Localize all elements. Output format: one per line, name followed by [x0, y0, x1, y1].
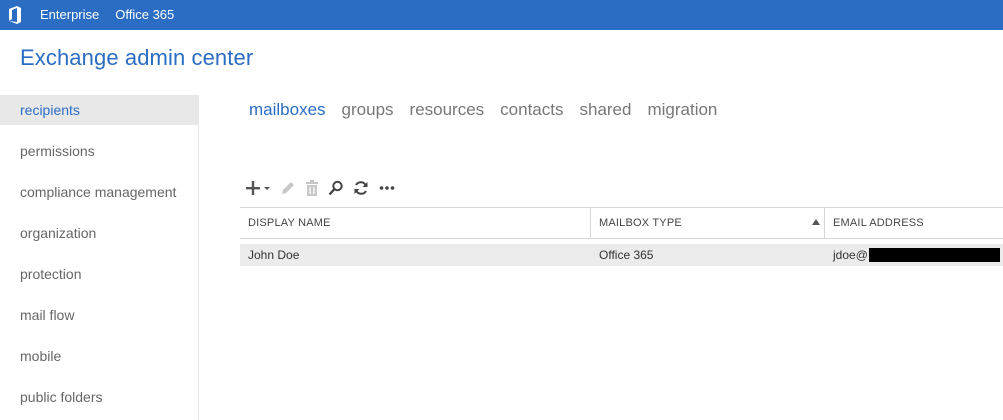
redaction-block: [868, 248, 1000, 262]
refresh-button[interactable]: [351, 177, 371, 199]
tab-migration[interactable]: migration: [647, 99, 717, 121]
add-button[interactable]: [245, 177, 273, 199]
email-address-text: jdoe@: [833, 248, 868, 262]
edit-icon: [282, 182, 294, 194]
tab-bar: mailboxes groups resources contacts shar…: [249, 99, 733, 121]
sidebar-item-compliance-management[interactable]: compliance management: [0, 177, 198, 207]
tab-contacts[interactable]: contacts: [500, 99, 563, 121]
nav-link-office-365[interactable]: Office 365: [115, 0, 174, 30]
more-icon: [379, 186, 395, 190]
column-header-label: EMAIL ADDRESS: [833, 217, 924, 229]
mailbox-table: DISPLAY NAME MAILBOX TYPE EMAIL ADDRESS …: [240, 207, 1003, 266]
tab-shared[interactable]: shared: [579, 99, 631, 121]
sidebar-item-public-folders[interactable]: public folders: [0, 382, 198, 412]
delete-icon: [306, 180, 318, 196]
sidebar-item-protection[interactable]: protection: [0, 259, 198, 289]
column-header-label: DISPLAY NAME: [248, 217, 331, 229]
tab-resources[interactable]: resources: [410, 99, 485, 121]
office-logo-icon[interactable]: [0, 0, 30, 30]
search-icon: [328, 180, 343, 196]
table-header: DISPLAY NAME MAILBOX TYPE EMAIL ADDRESS: [240, 207, 1003, 239]
cell-display-name: John Doe: [248, 248, 300, 262]
sidebar: recipients permissions compliance manage…: [0, 95, 199, 420]
top-navigation-bar: Enterprise Office 365: [0, 0, 1003, 30]
edit-button[interactable]: [279, 177, 297, 199]
column-header-email-address[interactable]: EMAIL ADDRESS: [825, 208, 1003, 238]
app-title: Exchange admin center: [20, 45, 254, 70]
toolbar: [245, 177, 403, 199]
nav-link-enterprise[interactable]: Enterprise: [40, 0, 99, 30]
sidebar-item-recipients[interactable]: recipients: [0, 95, 198, 125]
sort-ascending-icon: [812, 219, 820, 225]
delete-button[interactable]: [303, 177, 321, 199]
sidebar-item-mobile[interactable]: mobile: [0, 341, 198, 371]
column-header-label: MAILBOX TYPE: [599, 217, 682, 229]
tab-groups[interactable]: groups: [342, 99, 394, 121]
table-row[interactable]: John Doe Office 365 jdoe@: [240, 244, 1003, 266]
more-button[interactable]: [377, 177, 397, 199]
cell-email-address: jdoe@: [825, 244, 1003, 266]
column-header-mailbox-type[interactable]: MAILBOX TYPE: [591, 208, 825, 238]
add-icon: [246, 181, 270, 195]
sidebar-item-organization[interactable]: organization: [0, 218, 198, 248]
tab-mailboxes[interactable]: mailboxes: [249, 99, 326, 121]
search-button[interactable]: [327, 177, 345, 199]
sidebar-item-permissions[interactable]: permissions: [0, 136, 198, 166]
sidebar-item-mail-flow[interactable]: mail flow: [0, 300, 198, 330]
refresh-icon: [354, 181, 368, 195]
column-header-display-name[interactable]: DISPLAY NAME: [240, 208, 591, 238]
cell-mailbox-type: Office 365: [599, 248, 654, 262]
